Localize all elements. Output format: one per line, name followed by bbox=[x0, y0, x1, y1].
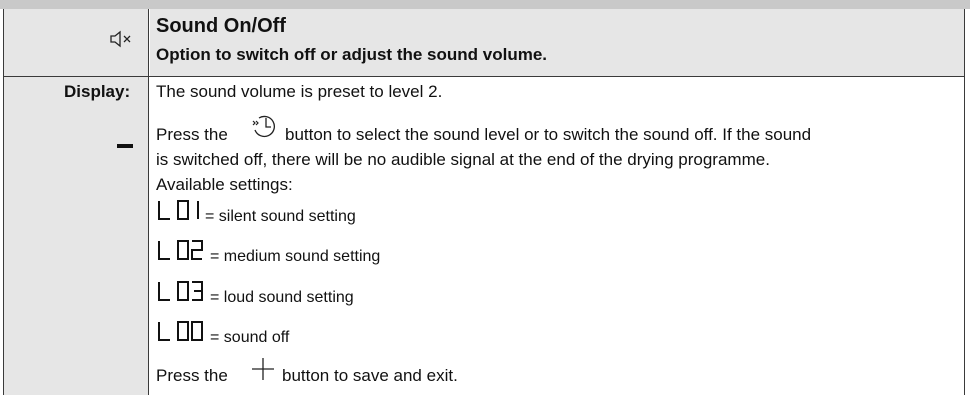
lcd-code-l02 bbox=[156, 239, 208, 263]
preset-text: The sound volume is preset to level 2. bbox=[156, 82, 443, 101]
display-label: Display: bbox=[64, 82, 131, 101]
top-border-bar bbox=[0, 0, 970, 9]
column-divider bbox=[148, 9, 149, 395]
save-prefix: Press the bbox=[156, 366, 228, 385]
table-right-border bbox=[964, 9, 965, 395]
save-suffix: button to save and exit. bbox=[282, 366, 458, 385]
lcd-code-l00 bbox=[156, 320, 208, 344]
press-line1-suffix: button to select the sound level or to s… bbox=[285, 125, 812, 144]
speaker-muted-icon bbox=[109, 29, 133, 54]
available-settings-label: Available settings: bbox=[156, 175, 293, 194]
section-subtitle: Option to switch off or adjust the sound… bbox=[156, 45, 547, 64]
setting-text-l00: = sound off bbox=[210, 329, 290, 346]
setting-text-l02: = medium sound setting bbox=[210, 248, 381, 265]
section-title: Sound On/Off bbox=[156, 15, 286, 37]
press-prefix: Press the bbox=[156, 125, 228, 144]
header-row-divider bbox=[3, 76, 965, 77]
lcd-code-l01 bbox=[156, 199, 208, 223]
setting-text-l01: = silent sound setting bbox=[205, 208, 356, 225]
delay-timer-icon bbox=[250, 112, 280, 145]
table-left-border bbox=[3, 9, 4, 395]
press-line2: is switched off, there will be no audibl… bbox=[156, 150, 770, 169]
setting-text-l03: = loud sound setting bbox=[210, 289, 354, 306]
display-label-cell bbox=[4, 77, 148, 395]
plus-icon bbox=[250, 356, 276, 387]
dash-segment-icon bbox=[117, 144, 133, 148]
lcd-code-l03 bbox=[156, 280, 208, 304]
